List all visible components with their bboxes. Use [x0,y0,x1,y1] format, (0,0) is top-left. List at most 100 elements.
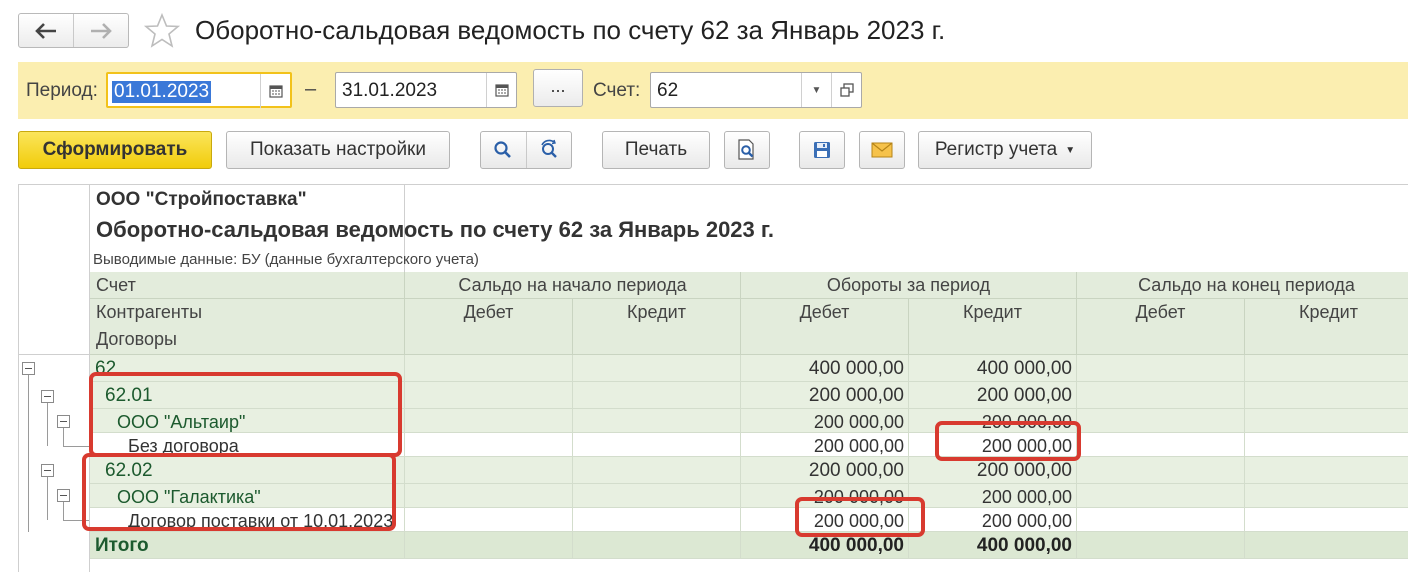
tree-line [47,403,48,446]
opening-credit-cell [573,457,741,483]
header-opening-label: Сальдо на начало периода [458,275,687,295]
closing-credit-cell [1245,382,1408,408]
header-account: Счет [90,272,405,299]
header-contracts: Договоры [90,326,405,355]
table-row-total[interactable]: Итого 400 000,00 400 000,00 [90,532,1408,559]
open-window-icon[interactable] [831,73,861,107]
opening-credit-cell [573,409,741,432]
period-start-field[interactable]: 01.01.2023 [106,72,292,108]
organization-name: ООО "Стройпоставка" [96,189,307,210]
total-turnover-credit: 400 000,00 [909,532,1077,558]
account-field[interactable]: 62 ▼ [650,72,862,108]
header-turnover: Обороты за период [741,272,1077,299]
arrow-left-icon [35,22,56,39]
send-email-button[interactable] [859,131,905,169]
header-counterparties-label: Контрагенты [96,302,203,322]
total-label: Итого [90,532,405,558]
find-next-button[interactable] [525,132,572,168]
collapse-toggle-icon[interactable] [57,415,70,428]
report-title: Оборотно-сальдовая ведомость по счету 62… [96,217,774,242]
tree-line [28,375,29,532]
closing-debit-cell [1077,532,1245,558]
turnover-debit-cell: 200 000,00 [741,433,909,456]
closing-credit-cell [1245,508,1408,531]
arrow-right-icon [91,22,112,39]
turnover-credit-cell: 200 000,00 [909,508,1077,531]
closing-debit-cell [1077,457,1245,483]
highlight-box-debit [795,497,925,537]
period-separator: – [305,78,317,100]
closing-debit-cell [1077,382,1245,408]
header-closing-credit: Кредит [1245,299,1408,355]
period-start-value: 01.01.2023 [112,81,212,103]
opening-debit-cell [405,433,573,456]
header-debit-label: Дебет [463,302,514,322]
calendar-icon[interactable] [486,73,516,107]
turnover-credit-cell: 200 000,00 [909,484,1077,507]
find-button[interactable] [481,132,526,168]
opening-debit-cell [405,457,573,483]
opening-debit-cell [405,508,573,531]
period-end-value: 31.01.2023 [342,80,438,101]
header-debit-label: Дебет [1135,302,1186,322]
preview-button[interactable] [724,131,770,169]
period-end-field[interactable]: 31.01.2023 [335,72,517,108]
choose-period-button[interactable]: ... [533,69,583,107]
header-closing-debit: Дебет [1077,299,1245,355]
report-note: Выводимые данные: БУ (данные бухгалтерск… [93,251,479,268]
generate-button[interactable]: Сформировать [18,131,212,169]
header-opening-balance: Сальдо на начало периода [405,272,741,299]
opening-credit-cell [573,532,741,558]
header-opening-credit: Кредит [573,299,741,355]
closing-debit-cell [1077,433,1245,456]
search-icon [494,141,512,158]
closing-debit-cell [1077,409,1245,432]
opening-credit-cell [573,433,741,456]
navigation-buttons [18,13,129,48]
forward-button[interactable] [73,14,128,47]
period-label: Период: [26,80,98,101]
closing-credit-cell [1245,457,1408,483]
search-next-icon [541,139,557,158]
collapse-toggle-icon[interactable] [41,464,54,477]
favorite-star-icon[interactable] [143,12,181,50]
show-settings-button[interactable]: Показать настройки [226,131,450,169]
header-counterparties: Контрагенты [90,299,405,326]
header-credit-label: Кредит [963,302,1022,322]
closing-debit-cell [1077,508,1245,531]
account-value: 62 [657,80,679,101]
opening-debit-cell [405,409,573,432]
calendar-icon[interactable] [260,74,290,108]
closing-debit-cell [1077,484,1245,507]
collapse-toggle-icon[interactable] [41,390,54,403]
dropdown-caret-icon: ▼ [1065,144,1076,156]
page-title: Оборотно-сальдовая ведомость по счету 62… [195,15,946,45]
dropdown-arrow-icon[interactable]: ▼ [801,73,831,107]
turnover-credit-cell: 200 000,00 [909,382,1077,408]
print-button[interactable]: Печать [602,131,710,169]
highlight-box-62-02 [82,453,396,531]
closing-credit-cell [1245,433,1408,456]
opening-debit-cell [405,532,573,558]
opening-credit-cell [573,355,741,381]
header-account-label: Счет [96,275,136,295]
closing-credit-cell [1245,409,1408,432]
gutter-header-divider [19,354,90,355]
save-button[interactable] [799,131,845,169]
collapse-toggle-icon[interactable] [57,489,70,502]
register-button[interactable]: Регистр учета ▼ [918,131,1092,169]
turnover-credit-cell: 400 000,00 [909,355,1077,381]
tree-line [47,477,48,520]
back-button[interactable] [19,14,73,47]
collapse-toggle-icon[interactable] [22,362,35,375]
opening-debit-cell [405,382,573,408]
closing-debit-cell [1077,355,1245,381]
opening-debit-cell [405,484,573,507]
closing-credit-cell [1245,532,1408,558]
header-closing-balance: Сальдо на конец периода [1077,272,1408,299]
header-contracts-label: Договоры [96,329,177,349]
highlight-box-credit [935,421,1081,461]
turnover-debit-cell: 200 000,00 [741,409,909,432]
highlight-box-62-01 [89,372,402,457]
opening-debit-cell [405,355,573,381]
